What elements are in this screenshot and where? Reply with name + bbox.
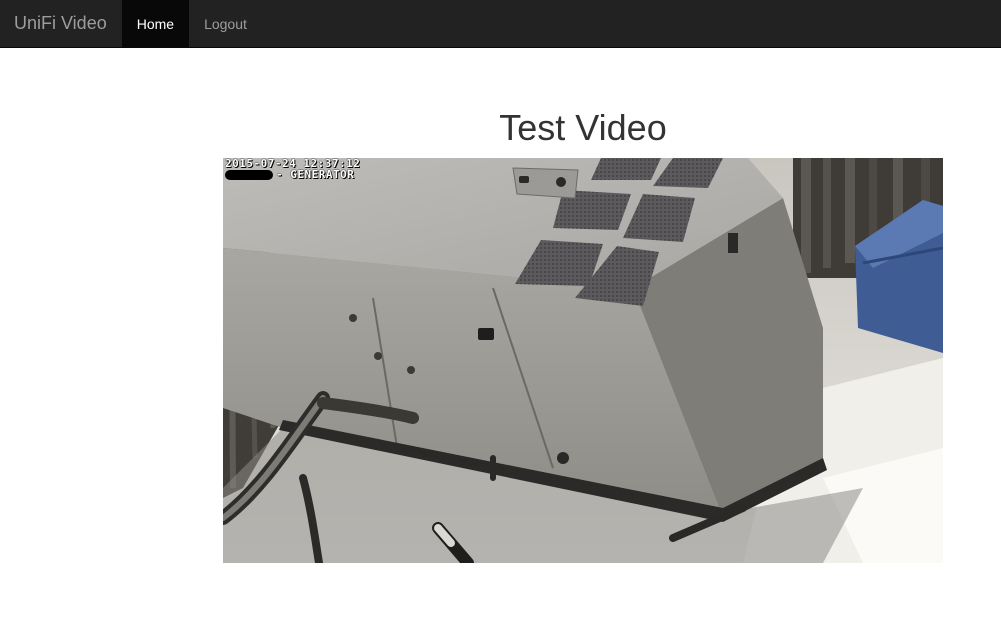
- video-player[interactable]: 2015-07-24 12:37:12 - GENERATOR: [223, 158, 943, 563]
- page-title: Test Video: [499, 107, 667, 148]
- video-camera-label: - GENERATOR: [276, 168, 355, 181]
- top-latch: [512, 167, 579, 199]
- redacted-block: [225, 169, 273, 180]
- nav-item-logout: Logout: [189, 0, 262, 47]
- nav-home-link[interactable]: Home: [121, 0, 190, 47]
- video-label-row: - GENERATOR: [225, 169, 360, 180]
- video-overlay: 2015-07-24 12:37:12 - GENERATOR: [225, 158, 360, 180]
- nav-item-home: Home: [121, 0, 190, 47]
- top-navbar: UniFi Video Home Logout: [0, 0, 1001, 48]
- video-frame-image: [223, 158, 943, 563]
- nav-menu: Home Logout: [121, 0, 262, 47]
- nav-logout-link[interactable]: Logout: [189, 0, 262, 47]
- brand-link[interactable]: UniFi Video: [0, 0, 122, 47]
